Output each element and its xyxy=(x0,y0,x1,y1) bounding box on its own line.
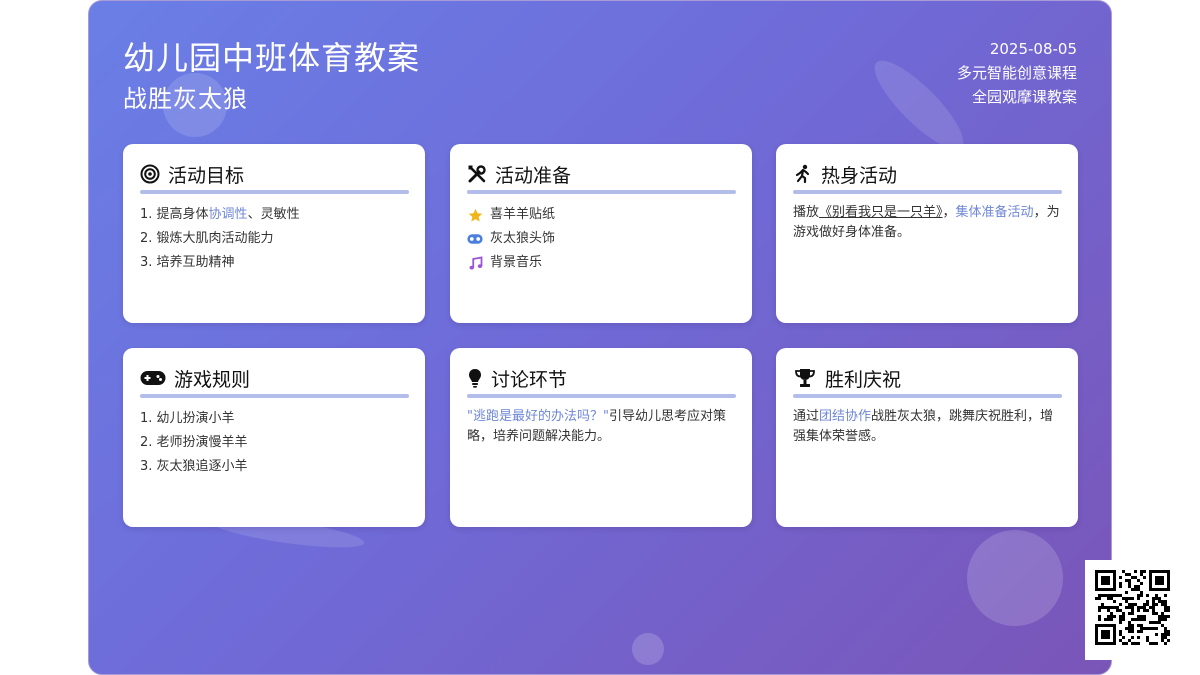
tools-icon xyxy=(467,164,487,184)
card-divider xyxy=(793,394,1062,398)
celebration-highlight: 团结协作 xyxy=(819,409,872,424)
lesson-date: 2025-08-05 xyxy=(989,40,1077,58)
target-icon xyxy=(140,164,160,184)
warmup-comma: ， xyxy=(942,205,956,220)
music-icon xyxy=(467,255,483,271)
card-title: 游戏规则 xyxy=(174,368,251,391)
card-preparation: 活动准备 喜羊羊贴纸 灰太狼头饰 背景音乐 xyxy=(450,144,752,323)
card-celebration: 胜利庆祝 通过团结协作战胜灰太狼，跳舞庆祝胜利，增强集体荣誉感。 xyxy=(776,348,1078,527)
prep-item-label: 背景音乐 xyxy=(490,255,543,270)
qr-code-image xyxy=(1095,570,1170,645)
list-item: 2. 老师扮演慢羊羊 xyxy=(140,435,248,450)
song-title: 《别看我只是一只羊》 xyxy=(819,205,943,220)
card-divider xyxy=(140,190,409,194)
card-title: 讨论环节 xyxy=(491,368,568,391)
card-title: 胜利庆祝 xyxy=(825,368,902,391)
lesson-slide: 幼儿园中班体育教案 战胜灰太狼 2025-08-05 多元智能创意课程 全园观摩… xyxy=(88,0,1112,675)
card-title: 活动目标 xyxy=(168,164,245,187)
goal-highlight: 协调性 xyxy=(208,207,248,222)
card-warmup: 热身活动 播放《别看我只是一只羊》，集体准备活动，为游戏做好身体准备。 xyxy=(776,144,1078,323)
goal-text: 、灵敏性 xyxy=(247,207,300,222)
page-title: 幼儿园中班体育教案 xyxy=(123,39,421,77)
qr-code[interactable] xyxy=(1085,560,1181,660)
discussion-question: "逃跑是最好的办法吗？" xyxy=(467,409,609,424)
warmup-highlight: 集体准备活动 xyxy=(955,205,1034,220)
card-title: 活动准备 xyxy=(495,164,572,187)
list-item: 灰太狼头饰 xyxy=(467,227,736,251)
star-icon xyxy=(467,207,483,223)
page-subtitle: 战胜灰太狼 xyxy=(123,85,248,113)
card-divider xyxy=(793,190,1062,194)
discussion-text: "逃跑是最好的办法吗？"引导幼儿思考应对策略，培养问题解决能力。 xyxy=(467,407,737,447)
list-item: 喜羊羊贴纸 xyxy=(467,203,736,227)
card-divider xyxy=(467,394,736,398)
header-meta: 2025-08-05 多元智能创意课程 全园观摩课教案 xyxy=(957,37,1077,109)
list-item: 3. 灰太狼追逐小羊 xyxy=(140,459,248,474)
trophy-icon xyxy=(793,368,817,388)
running-icon xyxy=(793,164,813,184)
celebration-prefix: 通过 xyxy=(793,409,820,424)
list-item: 背景音乐 xyxy=(467,251,736,275)
decor-circle xyxy=(632,633,664,665)
warmup-text: 播放《别看我只是一只羊》，集体准备活动，为游戏做好身体准备。 xyxy=(793,203,1063,243)
card-goals: 活动目标 1. 提高身体协调性、灵敏性 2. 锻炼大肌肉活动能力 3. 培养互助… xyxy=(123,144,425,323)
lightbulb-icon xyxy=(467,368,483,388)
prep-item-label: 灰太狼头饰 xyxy=(490,231,556,246)
course-name: 多元智能创意课程 xyxy=(956,64,1077,82)
gamepad-icon xyxy=(140,368,166,388)
card-discussion: 讨论环节 "逃跑是最好的办法吗？"引导幼儿思考应对策略，培养问题解决能力。 xyxy=(450,348,752,527)
card-divider xyxy=(140,394,409,398)
warmup-prefix: 播放 xyxy=(793,205,820,220)
card-title: 热身活动 xyxy=(821,164,898,187)
mask-icon xyxy=(467,231,483,247)
list-item: 1. 提高身体协调性、灵敏性 xyxy=(140,203,409,227)
decor-circle xyxy=(967,530,1063,626)
card-divider xyxy=(467,190,736,194)
lesson-type: 全园观摩课教案 xyxy=(971,88,1077,106)
goal-text: 1. 提高身体 xyxy=(140,207,209,222)
card-rules: 游戏规则 1. 幼儿扮演小羊 2. 老师扮演慢羊羊 3. 灰太狼追逐小羊 xyxy=(123,348,425,527)
prep-item-label: 喜羊羊贴纸 xyxy=(490,207,556,222)
list-item: 2. 锻炼大肌肉活动能力 xyxy=(140,231,274,246)
list-item: 3. 培养互助精神 xyxy=(140,255,235,270)
list-item: 1. 幼儿扮演小羊 xyxy=(140,411,235,426)
celebration-text: 通过团结协作战胜灰太狼，跳舞庆祝胜利，增强集体荣誉感。 xyxy=(793,407,1063,447)
